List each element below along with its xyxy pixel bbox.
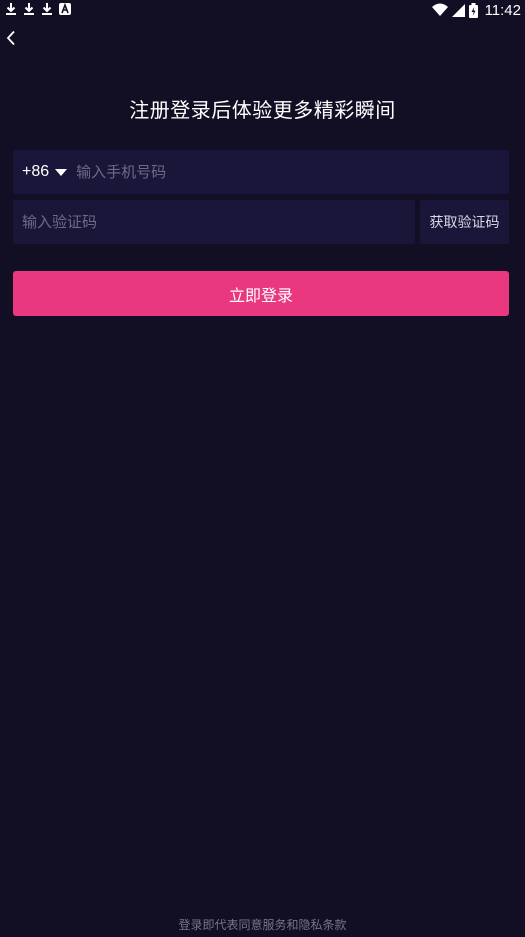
back-button[interactable] [0,26,22,50]
download-icon [42,3,52,15]
phone-input[interactable] [67,149,509,195]
cell-signal-icon [451,3,465,17]
login-button[interactable]: 立即登录 [13,271,509,316]
phone-field-row: +86 [13,149,509,195]
code-input-container [13,200,415,244]
terms-link[interactable]: 登录即代表同意服务和隐私条款 [0,916,525,933]
wifi-icon [431,3,448,16]
verification-code-input[interactable] [13,200,415,244]
country-code-label: +86 [22,163,50,180]
download-icon [6,3,16,15]
get-code-button[interactable]: 获取验证码 [420,200,509,244]
status-bar: 11:42 [0,0,525,20]
caret-down-icon [55,169,68,176]
chevron-left-icon [6,30,15,46]
a-notification-icon [59,2,71,15]
country-code-selector[interactable]: +86 [13,150,68,194]
notification-icons [4,2,72,16]
battery-charging-icon [468,2,478,18]
page-title: 注册登录后体验更多精彩瞬间 [129,98,396,122]
clock: 11:42 [484,1,521,19]
verification-code-row: 获取验证码 [13,200,509,244]
system-icons: 11:42 [431,0,521,20]
download-icon [24,3,34,15]
